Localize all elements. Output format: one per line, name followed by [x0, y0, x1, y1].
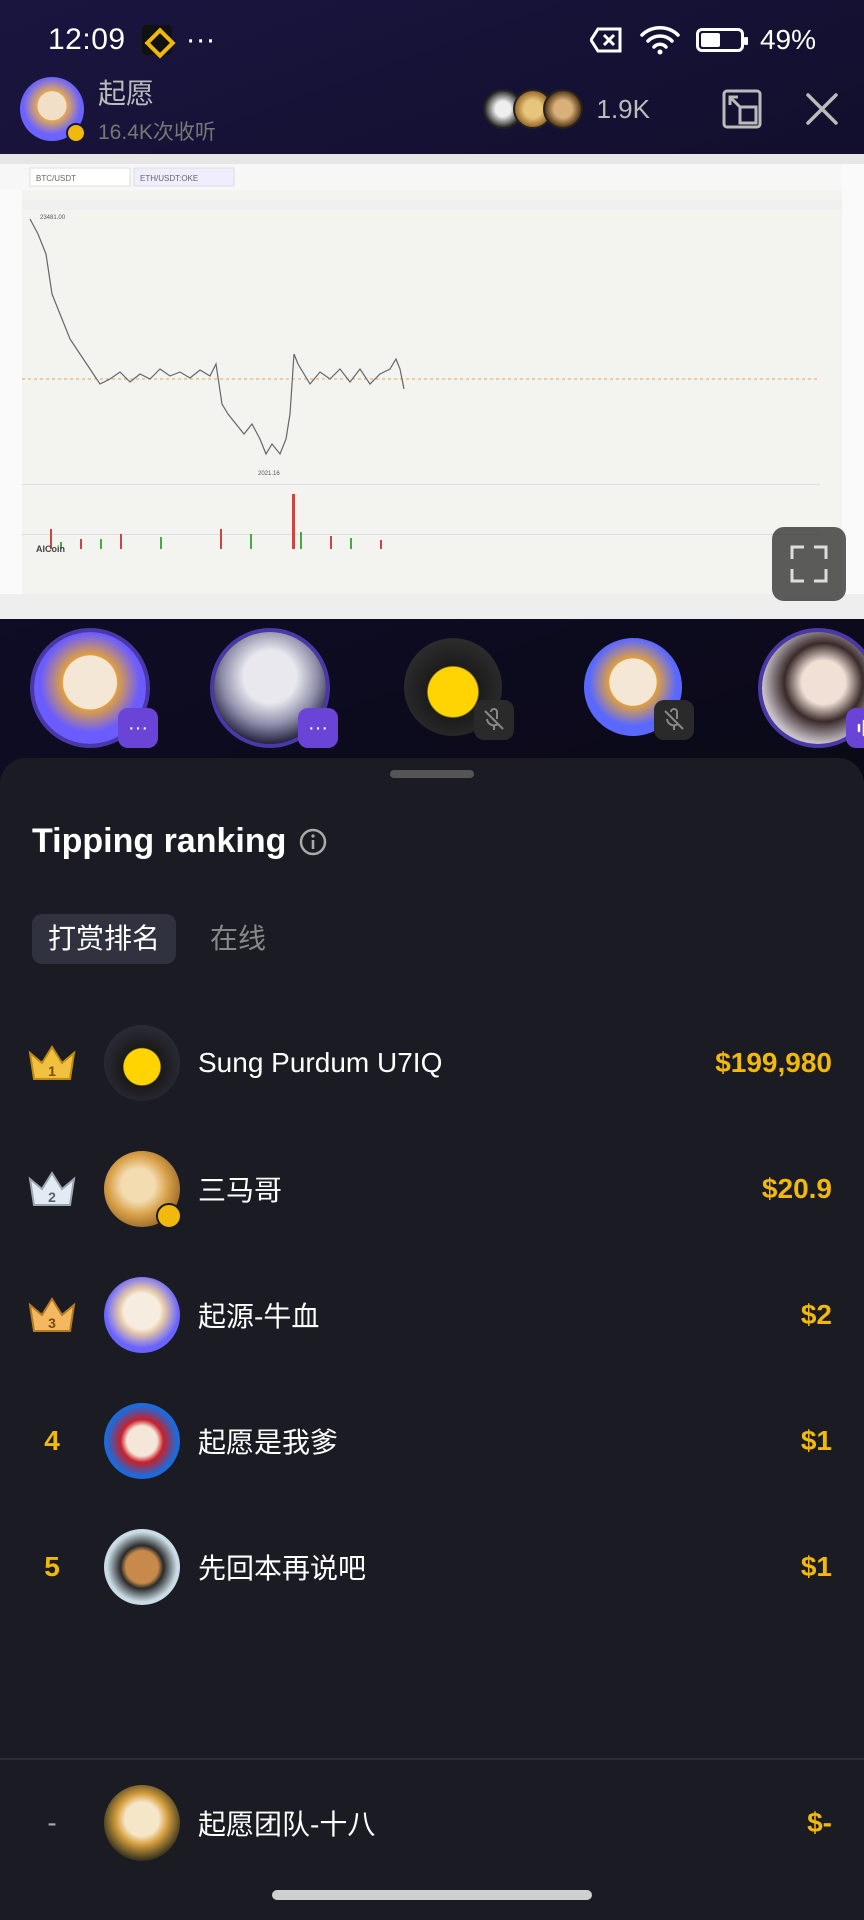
sheet-title-text: Tipping ranking	[32, 822, 287, 860]
sheet-drag-handle[interactable]	[390, 770, 474, 778]
screen-share-trading-chart: BTC/USDT ETH/USDT:OKE AICoin 23481.00 20…	[0, 154, 864, 619]
user-name: 先回本再说吧	[198, 1553, 367, 1584]
rank-cell: 2	[0, 1169, 104, 1209]
wifi-icon	[640, 26, 680, 55]
screen-tab-2: ETH/USDT:OKE	[140, 174, 198, 183]
avatar[interactable]	[104, 1785, 180, 1861]
host-name[interactable]: 起愿	[98, 72, 216, 112]
screen-share[interactable]: BTC/USDT ETH/USDT:OKE AICoin 23481.00 20…	[0, 154, 864, 619]
avatar[interactable]	[104, 1403, 180, 1479]
rank-cell: 1	[0, 1043, 104, 1083]
listen-count: 16.4K次收听	[98, 121, 216, 144]
divider	[0, 1758, 864, 1760]
avatar[interactable]	[104, 1025, 180, 1101]
ranking-row[interactable]: 5 先回本再说吧 $1	[0, 1522, 864, 1612]
tab-tipping-ranking[interactable]: 打赏排名	[32, 914, 177, 964]
verified-badge-icon	[156, 1203, 182, 1229]
svg-text:2: 2	[48, 1189, 56, 1205]
mic-muted-icon	[654, 700, 694, 740]
speaker-white-hair-avatar[interactable]: ···	[214, 632, 338, 748]
live-header: 起愿 16.4K次收听 1.9K	[20, 76, 844, 144]
mic-muted-icon	[474, 700, 514, 740]
rank-cell: 3	[0, 1295, 104, 1335]
more-options-icon[interactable]: ···	[298, 708, 338, 748]
close-icon[interactable]	[800, 87, 844, 131]
screen-tab-1: BTC/USDT	[36, 174, 76, 183]
ranking-row[interactable]: 1 Sung Purdum U7IQ $199,980	[0, 1018, 864, 1108]
battery-icon	[695, 28, 748, 52]
viewer-avatar[interactable]	[542, 89, 583, 129]
home-indicator[interactable]	[272, 1890, 592, 1900]
status-time: 12:09	[48, 23, 126, 56]
user-name: 三马哥	[198, 1175, 283, 1206]
speaker-qiyuan-cow-avatar[interactable]: ···	[34, 632, 158, 748]
rank-number: -	[47, 1807, 57, 1838]
more-notifications-icon: ···	[185, 23, 216, 56]
ranking-row[interactable]: 4 起愿是我爹 $1	[0, 1396, 864, 1486]
avatar[interactable]	[104, 1529, 180, 1605]
screen-price-high: 23481.00	[40, 215, 66, 221]
ranking-row[interactable]: 2 三马哥 $20.9	[0, 1144, 864, 1234]
expand-icon	[790, 545, 828, 583]
speaker-smiley-hat-avatar[interactable]	[404, 638, 514, 740]
my-ranking-row[interactable]: - 起愿团队-十八 $-	[0, 1778, 864, 1868]
rank-number: 4	[44, 1425, 60, 1456]
info-icon[interactable]	[298, 827, 328, 857]
screen-app-name: AICoin	[36, 544, 65, 554]
user-name: Sung Purdum U7IQ	[198, 1047, 443, 1078]
tip-amount: $199,980	[715, 1047, 832, 1078]
sim-off-icon	[589, 27, 622, 53]
svg-text:1: 1	[48, 1063, 56, 1079]
tip-amount: $-	[807, 1807, 832, 1838]
tip-amount: $2	[800, 1299, 832, 1330]
sheet-title: Tipping ranking	[32, 822, 328, 861]
ranking-tabs: 打赏排名 在线	[32, 914, 282, 964]
gold-crown-icon: 1	[28, 1045, 76, 1080]
user-name: 起愿是我爹	[198, 1427, 339, 1458]
verified-badge-icon	[66, 123, 86, 143]
svg-text:3: 3	[48, 1315, 56, 1331]
user-name: 起愿团队-十八	[198, 1809, 376, 1840]
ranking-row[interactable]: 3 起源-牛血 $2	[0, 1270, 864, 1360]
binance-icon	[141, 25, 172, 55]
host-avatar[interactable]	[20, 77, 86, 143]
speaking-wave-icon	[846, 708, 864, 748]
silver-crown-icon: 2	[28, 1171, 76, 1206]
speaker-cow-avatar-2[interactable]	[584, 638, 694, 740]
status-bar: 12:09 ··· 49%	[0, 0, 864, 80]
bronze-crown-icon: 3	[28, 1297, 76, 1332]
tipping-ranking-sheet: Tipping ranking 打赏排名 在线 1 Sung Purdum U7…	[0, 758, 864, 1920]
tip-amount: $1	[800, 1551, 832, 1582]
tab-online[interactable]: 在线	[194, 914, 282, 964]
speaker-row: ··· ···	[0, 632, 864, 752]
viewer-count[interactable]: 1.9K	[597, 94, 651, 125]
tip-amount: $20.9	[761, 1173, 832, 1204]
battery-percent: 49%	[759, 24, 816, 55]
more-options-icon[interactable]: ···	[118, 708, 158, 748]
screen-price-low: 2021.16	[258, 471, 280, 477]
fullscreen-button[interactable]	[772, 527, 846, 601]
user-name: 起源-牛血	[198, 1301, 320, 1332]
speaker-girl-avatar[interactable]	[762, 632, 864, 748]
avatar[interactable]	[104, 1151, 182, 1229]
avatar[interactable]	[104, 1277, 180, 1353]
rank-number: 5	[44, 1551, 60, 1582]
minimize-window-icon[interactable]	[720, 87, 764, 131]
tip-amount: $1	[800, 1425, 832, 1456]
